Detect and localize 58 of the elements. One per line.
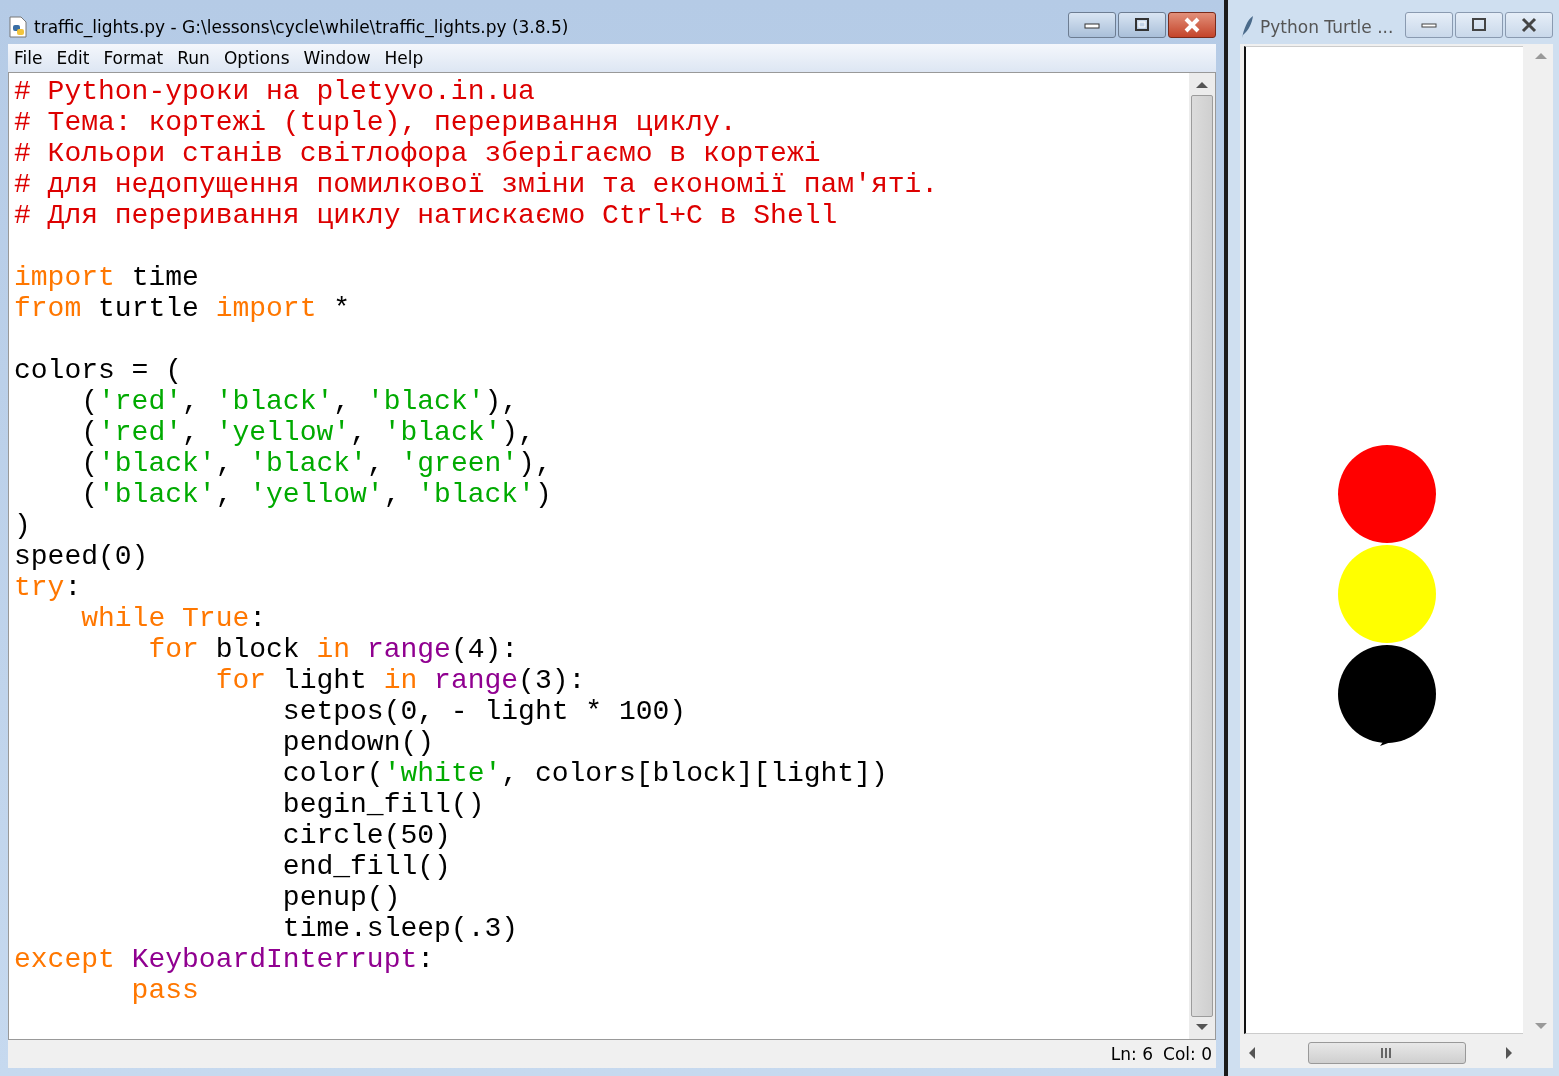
window-title: traffic_lights.py - G:\lessons\cycle\while\traffic_lights.py (3.8.5)	[34, 17, 569, 37]
scroll-right-icon[interactable]	[1505, 1047, 1513, 1059]
code-line: penup()	[281, 882, 402, 913]
scroll-thumb[interactable]	[1191, 95, 1213, 1017]
code-line: begin_fill()	[281, 789, 486, 820]
close-icon	[1183, 17, 1201, 33]
code-line: # Python-уроки на pletyvo.in.ua	[14, 76, 536, 107]
code-line: ('black', 'black', 'green'),	[80, 448, 553, 479]
maximize-button[interactable]	[1118, 12, 1166, 38]
code-line: color('white', colors[block][light])	[281, 758, 889, 789]
code-line: # Кольори станів світлофора зберігаємо в кортежі	[14, 138, 822, 169]
code-line: import time	[14, 262, 200, 293]
code-line: pass	[130, 975, 200, 1006]
maximize-icon	[1471, 18, 1487, 32]
code-line: from turtle import *	[14, 293, 352, 324]
code-line: setpos(0, - light * 100)	[281, 696, 688, 727]
maximize-button[interactable]	[1455, 12, 1503, 38]
code-line: )	[14, 510, 32, 541]
code-line: time.sleep(.3)	[281, 913, 520, 944]
menu-item[interactable]: File	[14, 48, 43, 68]
code-line: ('red', 'black', 'black'),	[80, 386, 520, 417]
window-title: Python Turtle ...	[1260, 17, 1394, 37]
code-line: # Тема: кортежі (tuple), переривання циклу.	[14, 107, 738, 138]
python-file-icon	[8, 16, 28, 38]
code-line: colors = (	[14, 355, 184, 386]
scroll-up-icon[interactable]	[1196, 81, 1208, 89]
code-line: except KeyboardInterrupt:	[14, 944, 436, 975]
code-line: # для недопущення помилкової зміни та економії пам'яті.	[14, 169, 940, 200]
menu-item[interactable]: Window	[303, 48, 371, 68]
menu-item[interactable]: Run	[177, 48, 210, 68]
code-line: end_fill()	[281, 851, 452, 882]
code-line: for block in range(4):	[147, 634, 520, 665]
grip-icon	[1380, 1048, 1394, 1058]
code-line: ('red', 'yellow', 'black'),	[80, 417, 536, 448]
maximize-icon	[1134, 18, 1150, 32]
code-line: ('black', 'yellow', 'black')	[80, 479, 553, 510]
scroll-down-icon[interactable]	[1196, 1023, 1208, 1031]
menu-item[interactable]: Help	[384, 48, 424, 68]
close-button[interactable]	[1168, 12, 1216, 38]
column-number: Col: 0	[1163, 1044, 1212, 1064]
line-number: Ln: 6	[1110, 1044, 1154, 1064]
close-icon	[1520, 17, 1538, 33]
code-line: # Для переривання циклу натискаємо Ctrl+C в Shell	[14, 200, 839, 231]
code-line: circle(50)	[281, 820, 452, 851]
code-line: while True:	[80, 603, 268, 634]
minimize-icon	[1421, 21, 1437, 29]
code-line: pendown()	[281, 727, 436, 758]
menu-item[interactable]: Format	[103, 48, 164, 68]
menu-item[interactable]: Edit	[56, 48, 90, 68]
scroll-left-icon[interactable]	[1248, 1047, 1256, 1059]
vertical-scrollbar[interactable]	[1189, 73, 1215, 1039]
code-line: speed(0)	[14, 541, 150, 572]
scroll-thumb[interactable]	[1308, 1042, 1466, 1064]
menu-item[interactable]: Options	[223, 48, 290, 68]
minimize-icon	[1084, 21, 1100, 29]
code-line: try:	[14, 572, 83, 603]
close-button[interactable]	[1505, 12, 1553, 38]
code-line: for light in range(3):	[214, 665, 587, 696]
